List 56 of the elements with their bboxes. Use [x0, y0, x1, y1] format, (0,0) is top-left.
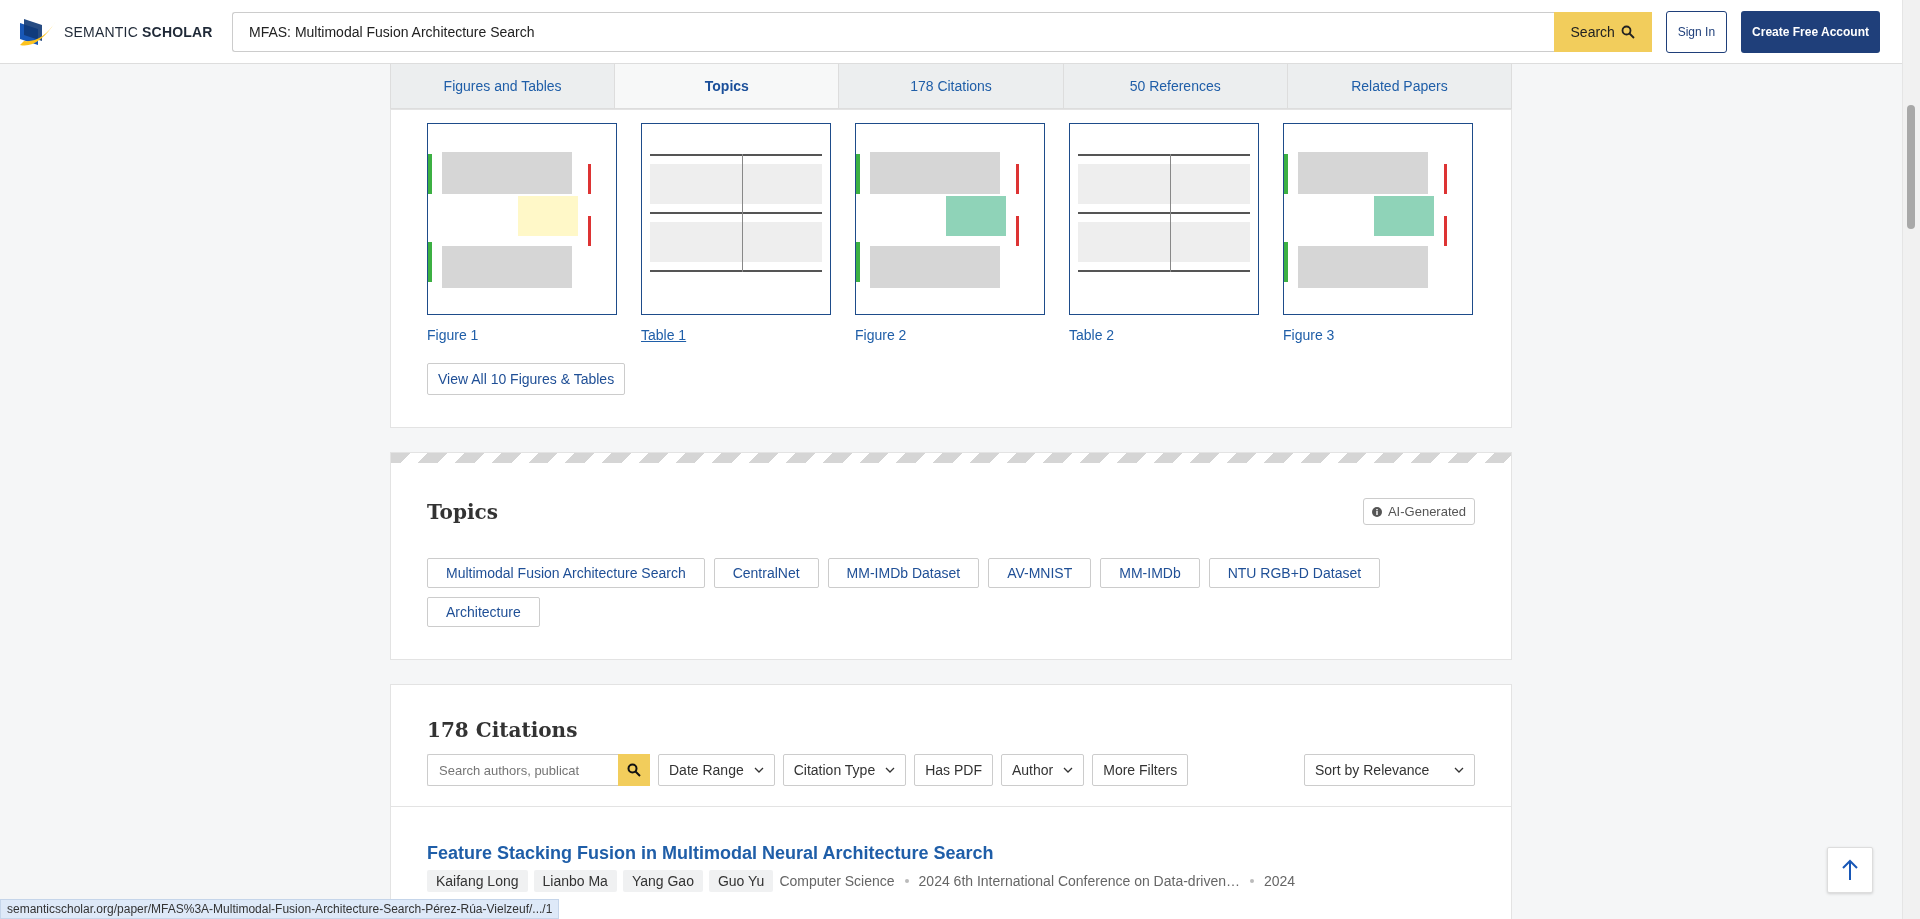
paper-title-link[interactable]: Feature Stacking Fusion in Multimodal Neural Architecture Search [427, 843, 994, 863]
tab[interactable]: Related Papers [1287, 64, 1511, 108]
search-button[interactable] [618, 754, 650, 786]
ai-generated-badge[interactable]: AI-Generated [1362, 498, 1475, 525]
search-icon [1620, 24, 1635, 39]
sign-in-button[interactable]: Sign In [1665, 10, 1728, 53]
chevron-down-icon [1454, 767, 1464, 773]
venue-text: 2024 6th International Conference on Data-driven… [918, 873, 1240, 889]
scroll-to-top-button[interactable] [1827, 847, 1873, 893]
field-text: Computer Science [779, 873, 895, 889]
separator-dot [1250, 879, 1254, 883]
chevron-down-icon [885, 767, 896, 773]
figure-link[interactable]: Figure 2 [855, 326, 907, 344]
figure-link[interactable]: Table 1 [641, 326, 687, 344]
logo-text[interactable]: SEMANTIC SCHOLAR [64, 23, 213, 40]
year-text: 2024 [1264, 873, 1296, 889]
view-all-button[interactable]: View All 10 Figures & Tables [427, 363, 626, 395]
tab[interactable]: Topics [615, 64, 840, 108]
topic-chip[interactable]: MM-IMDb [1100, 558, 1200, 588]
filter-dropdown[interactable]: Date Range [658, 754, 775, 786]
tab[interactable]: 178 Citations [839, 64, 1064, 108]
section-title: Topics [427, 499, 498, 524]
filter-dropdown[interactable]: Citation Type [782, 754, 907, 786]
author-chip[interactable]: Guo Yu [708, 870, 774, 892]
sort-dropdown[interactable]: Sort by Relevance [1304, 754, 1475, 786]
badge-text: AI-Generated [1387, 504, 1466, 519]
link-url-tooltip: semanticscholar.org/paper/MFAS%3A-Multimodal-Fusion-Architecture-Search-Pérez-Rúa-Vielzeuf/.../1 [0, 899, 560, 919]
create-account-button[interactable]: Create Free Account [1741, 10, 1880, 53]
topic-chip[interactable]: NTU RGB+D Dataset [1208, 558, 1381, 588]
figure-link[interactable]: Figure 3 [1283, 326, 1335, 344]
author-chip[interactable]: Yang Gao [622, 870, 703, 892]
figure-link[interactable]: Figure 1 [427, 326, 479, 344]
search-icon [627, 763, 641, 777]
topic-chip[interactable]: CentralNet [713, 558, 819, 588]
chevron-down-icon [753, 767, 764, 773]
figure-link[interactable]: Table 2 [1069, 326, 1115, 344]
info-icon [1371, 506, 1382, 517]
tab[interactable]: 50 References [1063, 64, 1288, 108]
scrollbar-thumb[interactable] [1907, 105, 1915, 229]
filter-button[interactable]: More Filters [1092, 754, 1189, 786]
author-chip[interactable]: Lianbo Ma [533, 870, 617, 892]
author-chip[interactable]: Kaifang Long [427, 870, 528, 892]
section-title: 178 Citations [427, 718, 579, 742]
topic-chip[interactable]: AV-MNIST [988, 558, 1092, 588]
chevron-down-icon [1063, 767, 1074, 773]
search-button[interactable]: Search [1553, 11, 1652, 52]
citation-search-field[interactable]: Search authors, publicat [427, 754, 618, 786]
separator-dot [904, 879, 909, 883]
filter-dropdown[interactable]: Author [1001, 754, 1085, 786]
topic-chip[interactable]: MM-IMDb Dataset [827, 558, 980, 588]
search-field[interactable]: MFAS: Multimodal Fusion Architecture Search [232, 11, 1554, 52]
topic-chip[interactable]: Multimodal Fusion Architecture Search [427, 558, 705, 588]
arrow-up-icon [1842, 859, 1858, 881]
topic-chip[interactable]: Architecture [427, 597, 540, 627]
filter-button[interactable]: Has PDF [914, 754, 993, 786]
scrollbar[interactable] [1902, 0, 1920, 919]
